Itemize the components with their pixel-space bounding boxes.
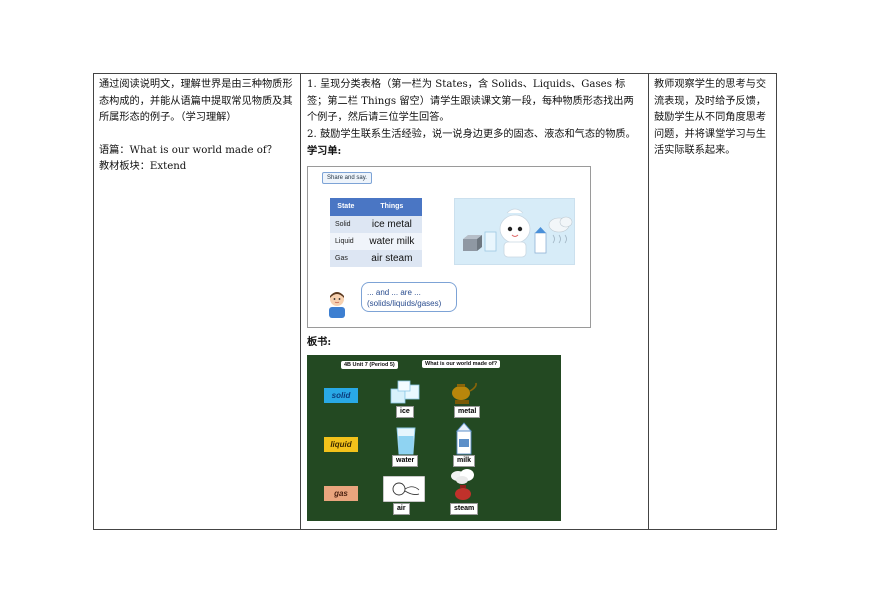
solid-tag: solid	[324, 388, 358, 403]
board-label: 板书:	[307, 335, 332, 348]
step-2-text: 2. 鼓励学生联系生活经验，说一说身边更多的固态、液态和气态的物质。	[307, 128, 636, 140]
module-line: 教材板块：Extend	[99, 161, 187, 172]
activity-column: 1. 呈现分类表格（第一栏为 States，含 Solids、Liquids、G…	[301, 74, 649, 529]
objective-text: 通过阅读说明文，理解世界是由三种物质形态构成的，并能从语篇中提取常见物质及其所属…	[99, 79, 293, 123]
bubble-line-2: (solids/liquids/gases)	[367, 298, 442, 308]
assessment-column: 教师观察学生的思考与交流表现，及时给予反馈，鼓励学生从不同角度思考问题，并将课堂…	[649, 74, 776, 529]
assessment-note: 教师观察学生的思考与交流表现，及时给予反馈，鼓励学生从不同角度思考问题，并将课堂…	[654, 79, 767, 156]
milk-carton-icon	[456, 422, 472, 455]
milk-word: milk	[453, 455, 476, 467]
states-table: State Things Solid ice metal Liquid wate…	[330, 197, 422, 267]
state-cell: Gas	[330, 249, 362, 267]
table-row: Liquid water milk	[330, 232, 422, 250]
state-cell: Liquid	[330, 232, 362, 250]
text-title-line: 语篇：What is our world made of？	[99, 144, 277, 156]
unit-label: 4B Unit 7 (Period 5)	[341, 361, 398, 369]
states-illustration	[454, 197, 575, 265]
gas-tag: gas	[324, 486, 358, 501]
metal-icon	[452, 382, 477, 404]
metal-word: metal	[454, 406, 481, 418]
ice-icon	[390, 380, 420, 404]
objective-column: 通过阅读说明文，理解世界是由三种物质形态构成的，并能从语篇中提取常见物质及其所属…	[94, 74, 301, 529]
speech-bubble: ... and ... are ... (solids/liquids/gase…	[361, 281, 457, 312]
things-cell: air steam	[361, 249, 422, 267]
lesson-plan-table: 通过阅读说明文，理解世界是由三种物质形态构成的，并能从语篇中提取常见物质及其所属…	[93, 73, 777, 530]
air-icon	[383, 476, 425, 502]
boy-avatar-icon	[329, 291, 345, 318]
liquid-tag: liquid	[324, 437, 358, 452]
water-glass-icon	[396, 427, 416, 455]
air-word: air	[393, 503, 410, 515]
worksheet-label: 学习单:	[307, 145, 342, 157]
things-cell: water milk	[361, 232, 422, 250]
blackboard: 4B Unit 7 (Period 5) What is our world m…	[307, 355, 561, 521]
steam-word: steam	[450, 503, 479, 515]
share-and-say-chip: Share and say.	[322, 171, 372, 184]
bubble-line-1: ... and ... are ...	[367, 287, 421, 297]
state-header: State	[330, 197, 362, 216]
board-title-label: What is our world made of?	[422, 360, 501, 368]
step-1-text: 1. 呈现分类表格（第一栏为 States，含 Solids、Liquids、G…	[307, 79, 634, 123]
ice-word: ice	[396, 406, 414, 418]
table-row: Gas air steam	[330, 249, 422, 267]
steam-kettle-icon	[451, 469, 474, 500]
table-row: Solid ice metal	[330, 215, 422, 233]
things-header: Things	[361, 197, 422, 216]
state-cell: Solid	[330, 215, 362, 233]
worksheet-panel: Share and say. State Things Solid ice me…	[307, 165, 591, 328]
water-word: water	[392, 455, 419, 467]
things-cell: ice metal	[361, 215, 422, 233]
